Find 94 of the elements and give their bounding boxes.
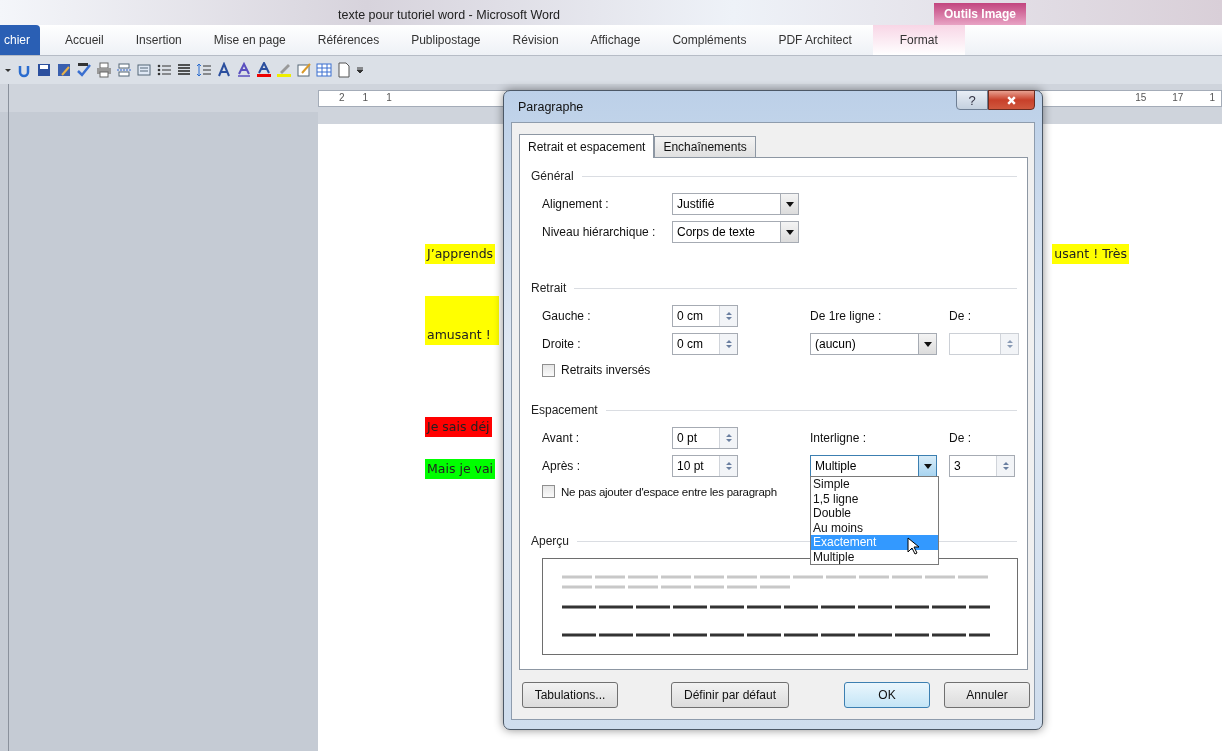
ribbon-tab[interactable]: Publipostage <box>398 25 494 55</box>
ribbon-tab[interactable]: chier <box>0 25 40 55</box>
dropdown-field[interactable]: Justifié <box>672 193 799 215</box>
highlighted-text: J’apprends <box>425 244 496 264</box>
field-label: Gauche : <box>542 309 592 323</box>
checkbox[interactable] <box>542 363 555 377</box>
section-heading: Espacement <box>531 403 598 417</box>
caret-icon <box>785 201 794 207</box>
spin-arrows-icon <box>1001 460 1010 472</box>
ruler-number: 15 <box>1135 92 1147 104</box>
ruler-number: 1 <box>386 92 392 104</box>
caret-icon <box>785 229 794 235</box>
font-style-icon[interactable] <box>216 62 232 78</box>
dialog-button[interactable]: Tabulations... <box>522 682 618 708</box>
ribbon-tab[interactable]: Révision <box>499 25 572 55</box>
field-label: De : <box>949 431 972 445</box>
highlighted-text: Je sais déj <box>425 417 492 437</box>
field-label: Alignement : <box>542 197 610 211</box>
checkbox[interactable] <box>542 485 555 498</box>
ribbon-tab[interactable]: Références <box>304 25 393 55</box>
context-tab-group: Outils Image <box>934 3 1026 25</box>
dialog-tab[interactable]: Enchaînements <box>654 136 756 157</box>
caret-icon[interactable] <box>4 66 12 74</box>
ribbon-tab[interactable]: PDF Architect <box>765 25 865 55</box>
field-label: Avant : <box>542 431 581 445</box>
dropdown-option[interactable]: Double <box>811 506 938 521</box>
save-as-icon[interactable] <box>56 62 72 78</box>
dialog-button[interactable]: Définir par défaut <box>671 682 789 708</box>
ruler-number: 1 <box>362 92 369 104</box>
dropdown-option[interactable]: Au moins <box>811 520 938 535</box>
ribbon-tab[interactable]: Compléments <box>659 25 760 55</box>
ribbon-tab[interactable]: Accueil <box>52 25 117 55</box>
dialog-title: Paragraphe <box>518 99 584 114</box>
field-label: Après : <box>542 459 581 473</box>
section-heading: Retrait <box>531 281 567 295</box>
spin-field[interactable] <box>949 333 1019 355</box>
section-heading: Aperçu <box>531 534 570 548</box>
spin-arrows-icon <box>724 338 733 350</box>
spin-arrows-icon <box>724 432 733 444</box>
close-button[interactable] <box>988 90 1035 110</box>
dropdown-field[interactable]: (aucun) <box>810 333 937 355</box>
ruler-number: 1 <box>1209 92 1215 104</box>
caret-icon <box>923 341 932 347</box>
dialog-button[interactable]: OK <box>844 682 930 708</box>
bullet-list-icon[interactable] <box>156 62 172 78</box>
dropdown-option[interactable]: Multiple <box>811 549 938 564</box>
window-title: texte pour tutoriel word - Microsoft Word <box>338 8 561 24</box>
mouse-pointer-icon <box>907 537 919 555</box>
ruler-number: 2 <box>339 92 345 104</box>
field-label: Droite : <box>542 337 582 351</box>
line-spacing-icon[interactable] <box>196 62 212 78</box>
ribbon-tab[interactable]: Format <box>872 25 965 55</box>
section-heading: Général <box>531 169 574 183</box>
dialog-button[interactable]: Annuler <box>944 682 1030 708</box>
dropdown-option[interactable]: Simple <box>811 477 938 492</box>
dropdown-option[interactable]: 1,5 ligne <box>811 491 938 506</box>
field-label: Interligne : <box>810 431 868 445</box>
caret-icon <box>923 463 932 469</box>
table-icon[interactable] <box>316 62 332 78</box>
spin-field[interactable]: 0 cm <box>672 333 738 355</box>
field-label: Niveau hiérarchique : <box>542 225 657 239</box>
checkbox-label: Ne pas ajouter d'espace entre les paragraph <box>561 485 777 498</box>
spin-field[interactable]: 0 cm <box>672 305 738 327</box>
field-label: De : <box>949 309 972 323</box>
align-icon[interactable] <box>176 62 192 78</box>
highlighted-text: amusant ! <box>425 296 499 345</box>
ruler-number: 17 <box>1172 92 1184 104</box>
spellcheck-icon[interactable] <box>76 62 92 78</box>
font-color-icon[interactable] <box>256 62 272 78</box>
edit-icon[interactable] <box>296 62 312 78</box>
new-document-icon[interactable] <box>336 62 352 78</box>
spin-arrows-icon <box>1005 338 1014 350</box>
print-icon[interactable] <box>96 62 112 78</box>
font-highlight-icon[interactable] <box>236 62 252 78</box>
customize-icon[interactable] <box>356 66 364 74</box>
dropdown-field[interactable]: Multiple <box>810 455 937 477</box>
checkbox-label: Retraits inversés <box>561 363 651 377</box>
page-break-icon[interactable] <box>116 62 132 78</box>
close-icon <box>1006 94 1017 106</box>
help-button[interactable]: ? <box>956 90 988 110</box>
highlighted-text: Mais je vai <box>425 459 496 479</box>
dropdown-field[interactable]: Corps de texte <box>672 221 799 243</box>
field-label: De 1re ligne : <box>810 309 883 323</box>
ribbon-tab[interactable]: Affichage <box>577 25 654 55</box>
spin-field[interactable]: 0 pt <box>672 427 738 449</box>
ribbon-tab[interactable]: Insertion <box>122 25 195 55</box>
save-icon[interactable] <box>36 62 52 78</box>
ribbon-tab[interactable]: Mise en page <box>200 25 299 55</box>
spin-field[interactable]: 10 pt <box>672 455 738 477</box>
spin-arrows-icon <box>724 460 733 472</box>
highlighted-text: usant ! Très <box>1052 244 1129 264</box>
dialog-tab[interactable]: Retrait et espacement <box>519 134 655 158</box>
spin-field[interactable]: 3 <box>949 455 1015 477</box>
spin-arrows-icon <box>724 310 733 322</box>
